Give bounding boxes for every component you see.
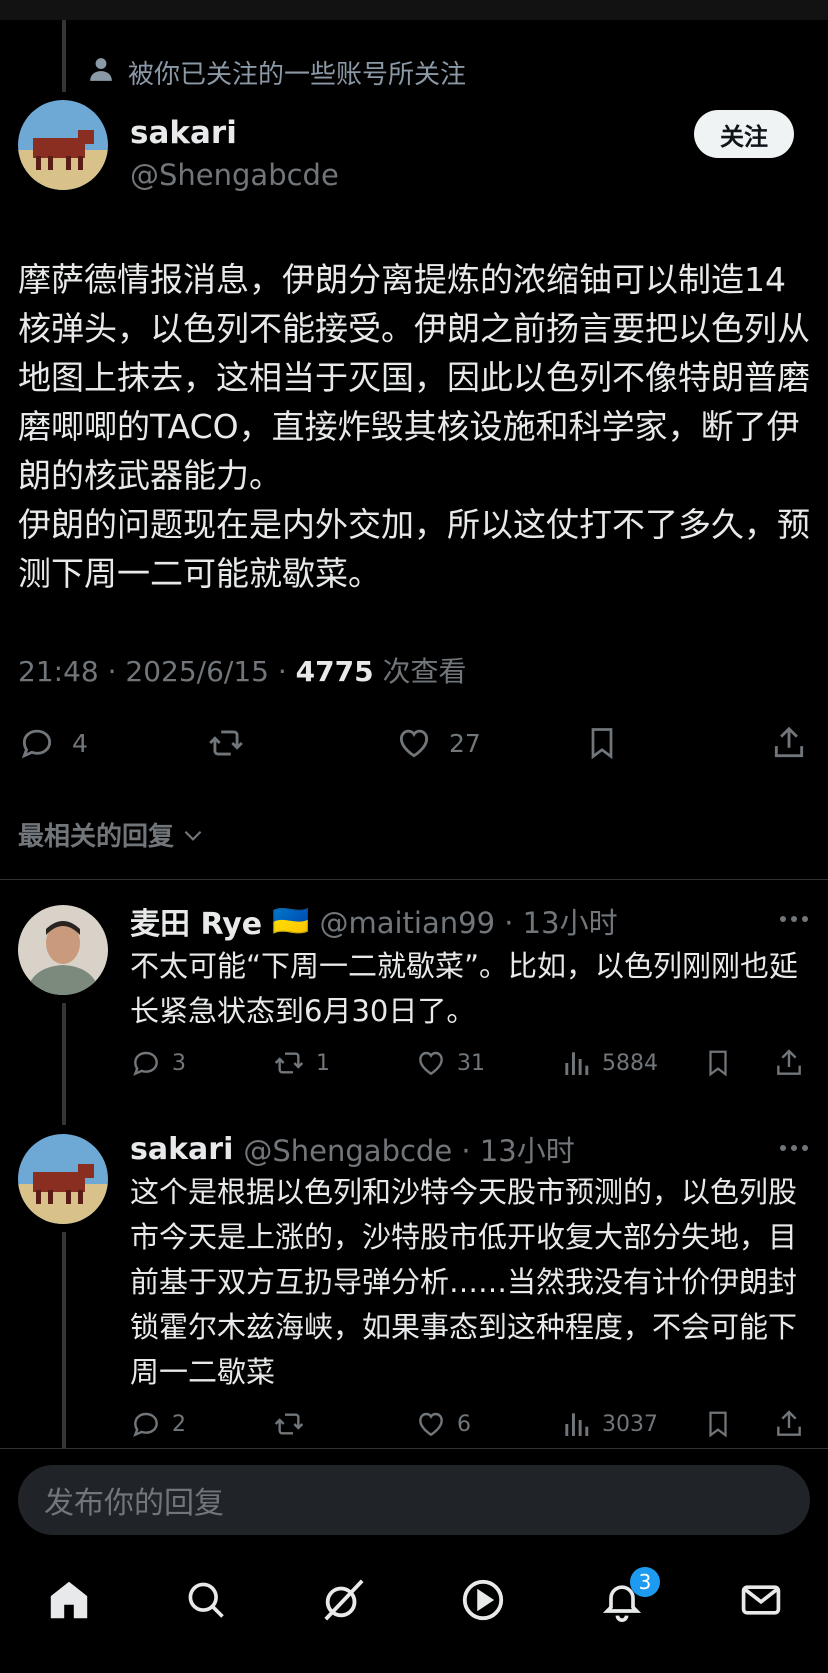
- nav-home[interactable]: [44, 1575, 94, 1625]
- repost-icon: [274, 1413, 304, 1435]
- repost-button[interactable]: [205, 724, 247, 762]
- bookmark-icon: [709, 1411, 727, 1438]
- reply-count: 4: [72, 728, 88, 758]
- follow-button[interactable]: 关注: [694, 110, 794, 158]
- repost-button[interactable]: 1: [272, 1047, 330, 1079]
- share-button[interactable]: [773, 1408, 805, 1440]
- views-button[interactable]: 3037: [560, 1408, 658, 1440]
- like-button[interactable]: 31: [415, 1047, 485, 1079]
- nav-video[interactable]: [458, 1575, 508, 1625]
- reply-author-name[interactable]: sakari: [130, 1132, 233, 1167]
- sort-label: 最相关的回复: [18, 822, 175, 852]
- analytics-icon: [565, 1413, 589, 1436]
- share-button[interactable]: [773, 1047, 805, 1079]
- post-time: 21:48 · 2025/6/15 ·: [18, 655, 296, 688]
- bookmark-icon: [709, 1050, 727, 1077]
- reply-icon: [21, 729, 52, 759]
- reply-button[interactable]: 4: [18, 724, 88, 762]
- reply-placeholder: 发布你的回复: [44, 1486, 224, 1521]
- reply-header: sakari @Shengabcde · 13小时: [130, 1128, 575, 1170]
- share-icon: [777, 1049, 801, 1075]
- bookmark-button[interactable]: [703, 1408, 733, 1440]
- view-count: 5884: [602, 1050, 658, 1076]
- grok-icon: [324, 1579, 364, 1621]
- like-button[interactable]: 27: [395, 724, 481, 762]
- bookmark-button[interactable]: [584, 724, 620, 762]
- search-icon: [188, 1582, 224, 1618]
- reply-count: 3: [172, 1050, 186, 1076]
- post-meta: 21:48 · 2025/6/15 · 4775 次查看: [18, 650, 467, 690]
- divider: [0, 879, 828, 880]
- reply-input[interactable]: 发布你的回复: [18, 1465, 810, 1535]
- bookmark-icon: [591, 728, 613, 760]
- divider: [0, 1448, 828, 1449]
- ukraine-flag-icon: 🇺🇦: [272, 903, 310, 939]
- like-button[interactable]: 6: [415, 1408, 471, 1440]
- social-context: 被你已关注的一些账号所关注: [88, 52, 466, 92]
- reply-button[interactable]: 2: [130, 1408, 186, 1440]
- reply-button[interactable]: 3: [130, 1047, 186, 1079]
- notification-badge: 3: [630, 1567, 660, 1597]
- chevron-down-icon: [184, 830, 202, 841]
- reply-author-handle[interactable]: @maitian99 · 13小时: [319, 900, 617, 942]
- nav-messages[interactable]: [736, 1575, 786, 1625]
- repost-icon: [209, 730, 243, 756]
- more-options-button[interactable]: [780, 1145, 808, 1151]
- reply-count: 2: [172, 1411, 186, 1437]
- reply-icon: [133, 1051, 158, 1076]
- reply-avatar[interactable]: [18, 1134, 108, 1224]
- person-icon: [88, 56, 114, 89]
- reply-header: 麦田 Rye 🇺🇦 @maitian99 · 13小时: [130, 899, 618, 943]
- nav-search[interactable]: [181, 1575, 231, 1625]
- repost-count: 1: [316, 1050, 330, 1076]
- heart-icon: [419, 1051, 443, 1076]
- reply-sort-dropdown[interactable]: 最相关的回复: [18, 816, 206, 853]
- home-icon: [50, 1581, 88, 1619]
- reply-author-name[interactable]: 麦田 Rye: [130, 899, 262, 943]
- status-bar: [0, 0, 828, 20]
- view-label: 次查看: [373, 655, 467, 688]
- views-button[interactable]: 5884: [560, 1047, 658, 1079]
- bottom-nav: [0, 1555, 828, 1645]
- author-handle[interactable]: @Shengabcde: [130, 158, 339, 192]
- reply-author-handle[interactable]: @Shengabcde · 13小时: [243, 1128, 574, 1170]
- avatar[interactable]: [18, 100, 108, 190]
- reply-text: 不太可能“下周一二就歇菜”。比如，以色列刚刚也延长紧急状态到6月30日了。: [130, 949, 799, 1028]
- reply-avatar[interactable]: [18, 905, 108, 995]
- post-text: 摩萨德情报消息，伊朗分离提炼的浓缩铀可以制造14核弹头，以色列不能接受。伊朗之前…: [18, 260, 810, 593]
- social-context-text: 被你已关注的一些账号所关注: [128, 59, 467, 90]
- thread-line: [62, 1003, 66, 1125]
- repost-icon: [274, 1052, 304, 1074]
- share-button[interactable]: [770, 724, 808, 762]
- share-icon: [774, 726, 804, 758]
- view-count: 4775: [295, 655, 374, 688]
- like-count: 6: [457, 1411, 471, 1437]
- author-name[interactable]: sakari: [130, 115, 237, 151]
- thread-line: [62, 20, 66, 92]
- messages-icon: [741, 1585, 781, 1615]
- view-count: 3037: [602, 1411, 658, 1437]
- reply-text: 这个是根据以色列和沙特今天股市预测的，以色列股市今天是上涨的，沙特股市低开收复大…: [130, 1175, 798, 1389]
- like-count: 31: [457, 1050, 485, 1076]
- heart-icon: [399, 729, 429, 758]
- share-icon: [777, 1410, 801, 1436]
- reply-icon: [133, 1412, 158, 1437]
- thread-line: [62, 1232, 66, 1448]
- repost-button[interactable]: [272, 1408, 316, 1440]
- nav-grok[interactable]: [318, 1575, 368, 1625]
- more-options-button[interactable]: [780, 916, 808, 922]
- heart-icon: [419, 1412, 443, 1437]
- bookmark-button[interactable]: [703, 1047, 733, 1079]
- video-icon: [462, 1579, 504, 1621]
- like-count: 27: [449, 728, 481, 758]
- analytics-icon: [565, 1052, 589, 1075]
